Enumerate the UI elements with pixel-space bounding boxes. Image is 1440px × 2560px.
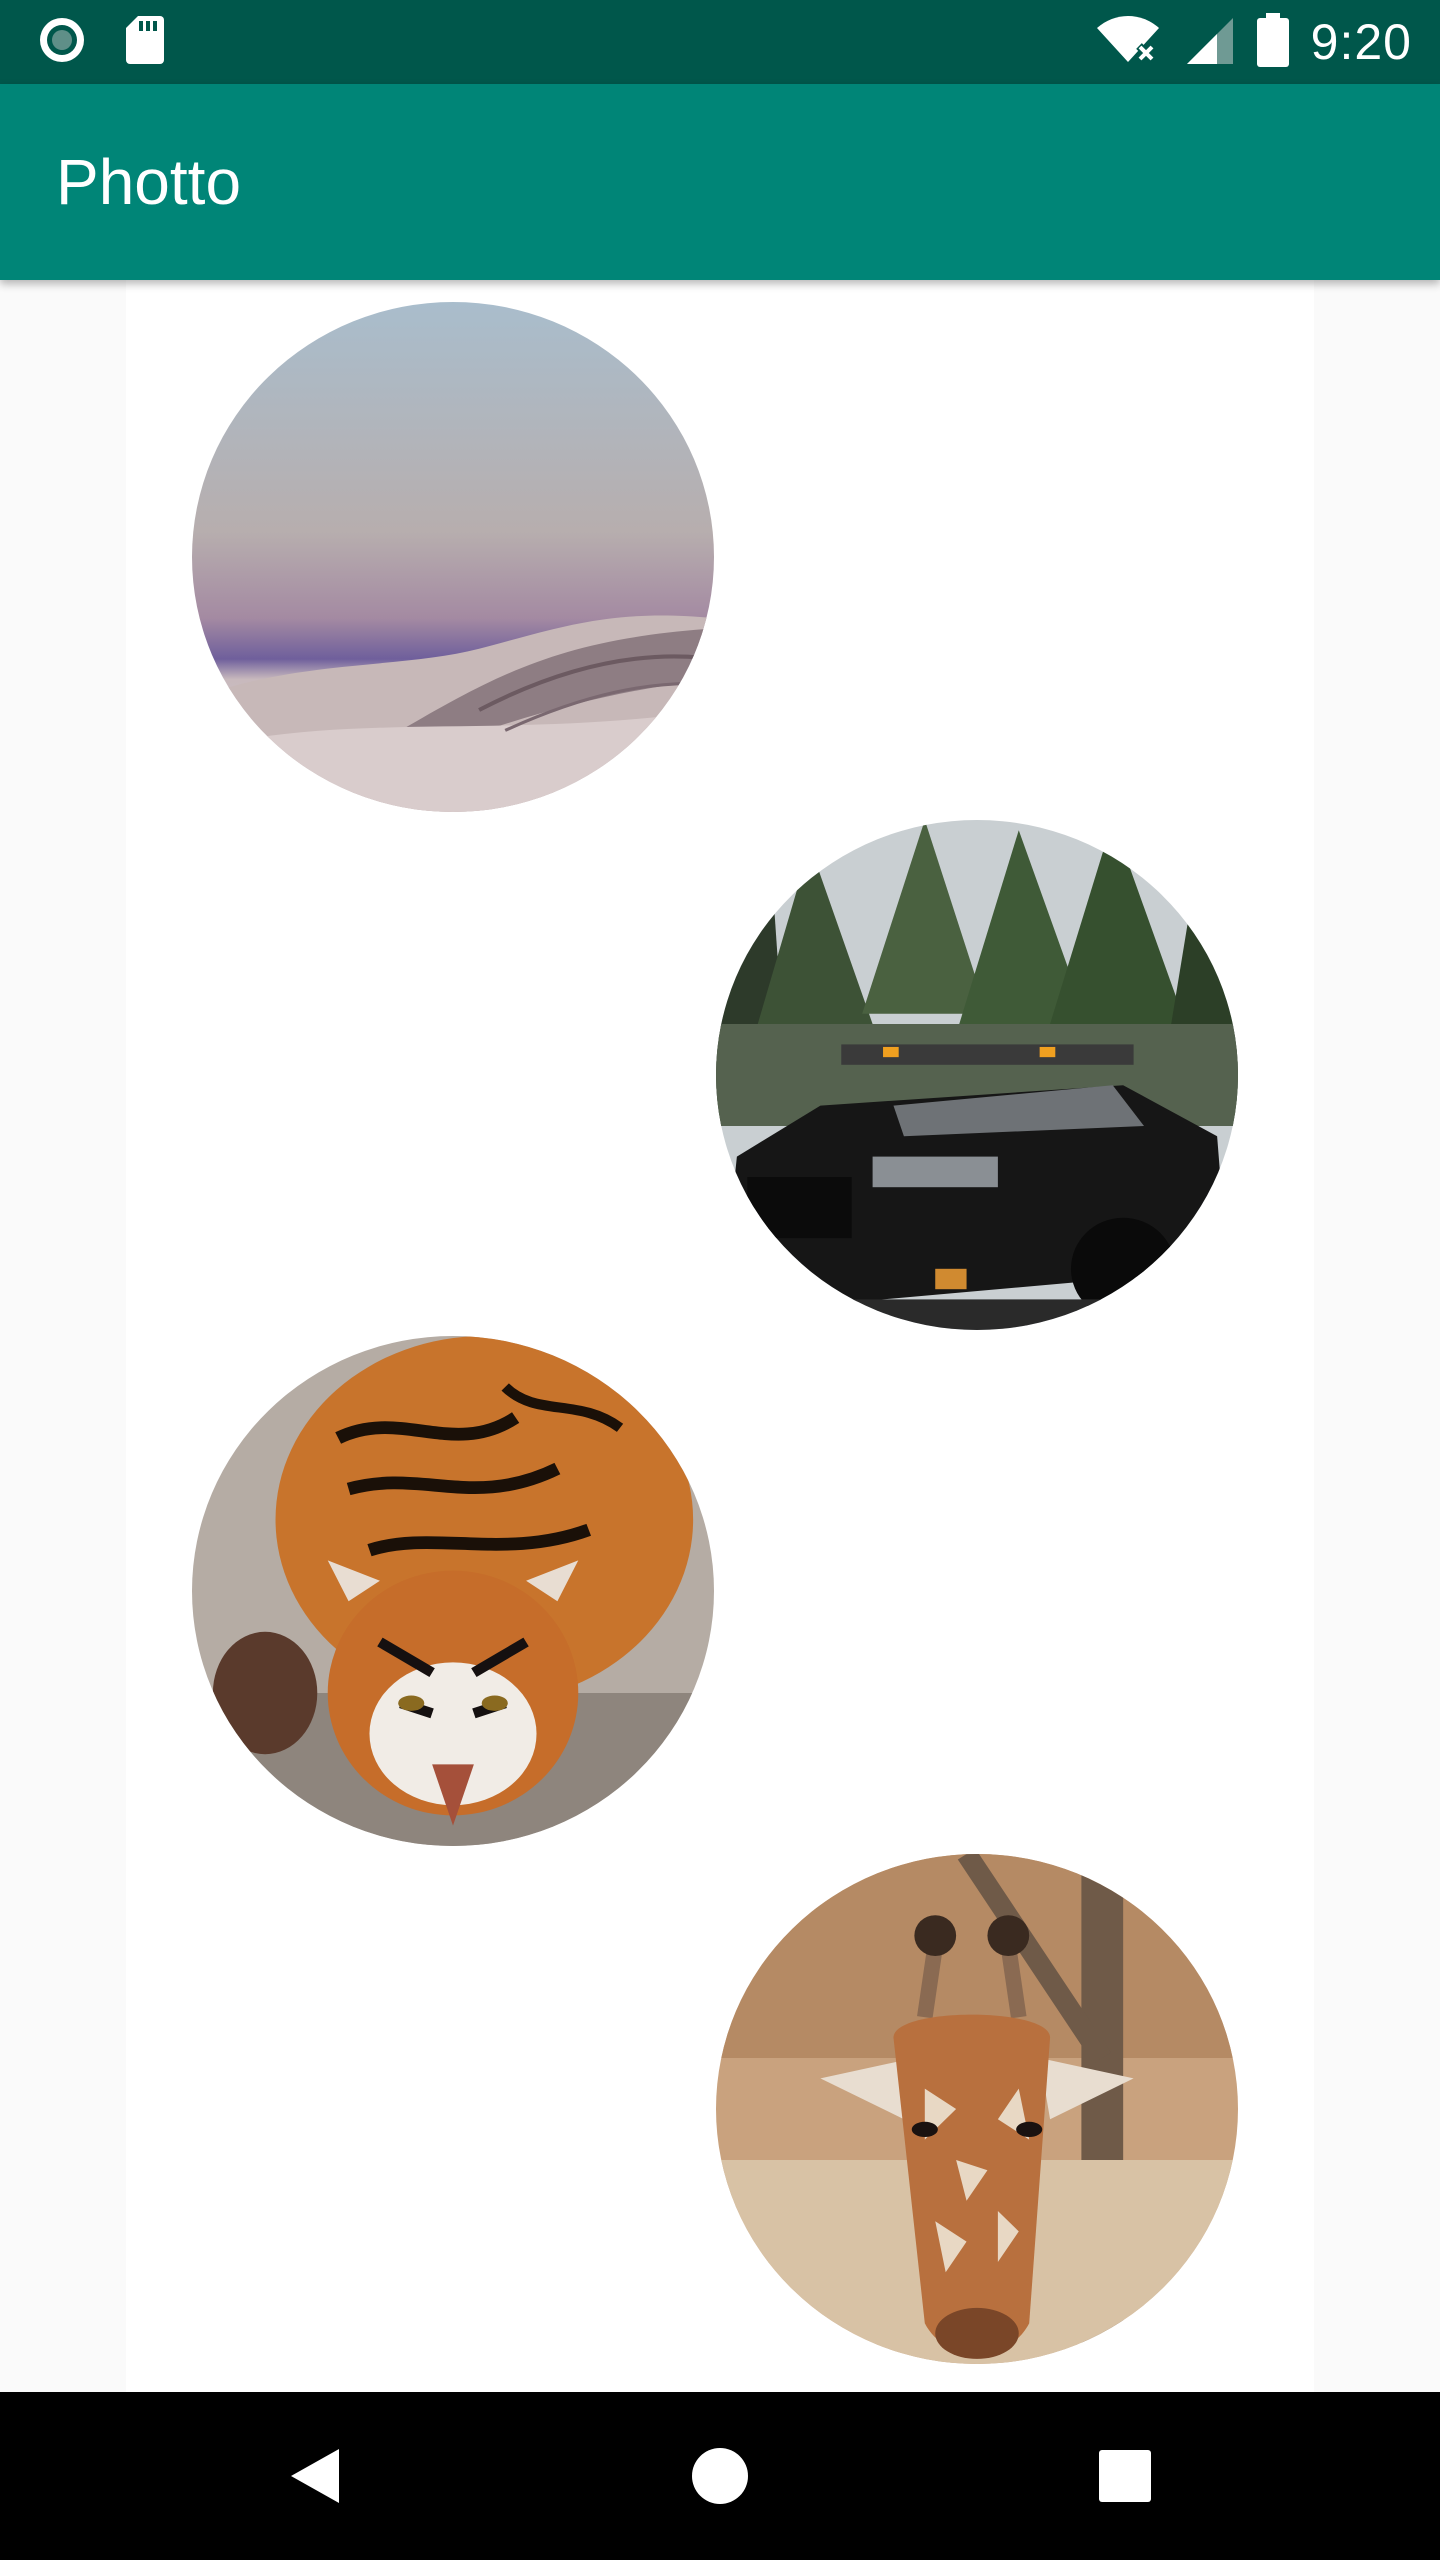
home-icon [692,2448,748,2504]
recents-button[interactable] [1045,2392,1205,2560]
wifi-off-icon [1095,14,1161,71]
sd-card-icon [124,14,166,71]
status-time: 9:20 [1310,14,1412,70]
black-truck-photo[interactable] [716,820,1238,1330]
photo-list[interactable] [0,280,1440,2392]
radio-icon [36,14,88,71]
giraffe-photo[interactable] [716,1854,1238,2364]
status-bar-right: 9:20 [1095,10,1412,74]
battery-icon [1256,12,1289,72]
app-bar: Photto [0,84,1440,280]
back-button[interactable] [235,2392,395,2560]
cellular-signal-icon [1183,14,1235,71]
back-icon [291,2449,339,2503]
tiger-photo[interactable] [192,1336,714,1846]
app-title: Photto [56,146,242,218]
home-button[interactable] [640,2392,800,2560]
status-bar-left [36,14,166,70]
desert-dunes-photo[interactable] [192,302,714,812]
status-bar: 9:20 [0,0,1440,84]
navigation-bar [0,2392,1440,2560]
recents-icon [1099,2450,1151,2502]
